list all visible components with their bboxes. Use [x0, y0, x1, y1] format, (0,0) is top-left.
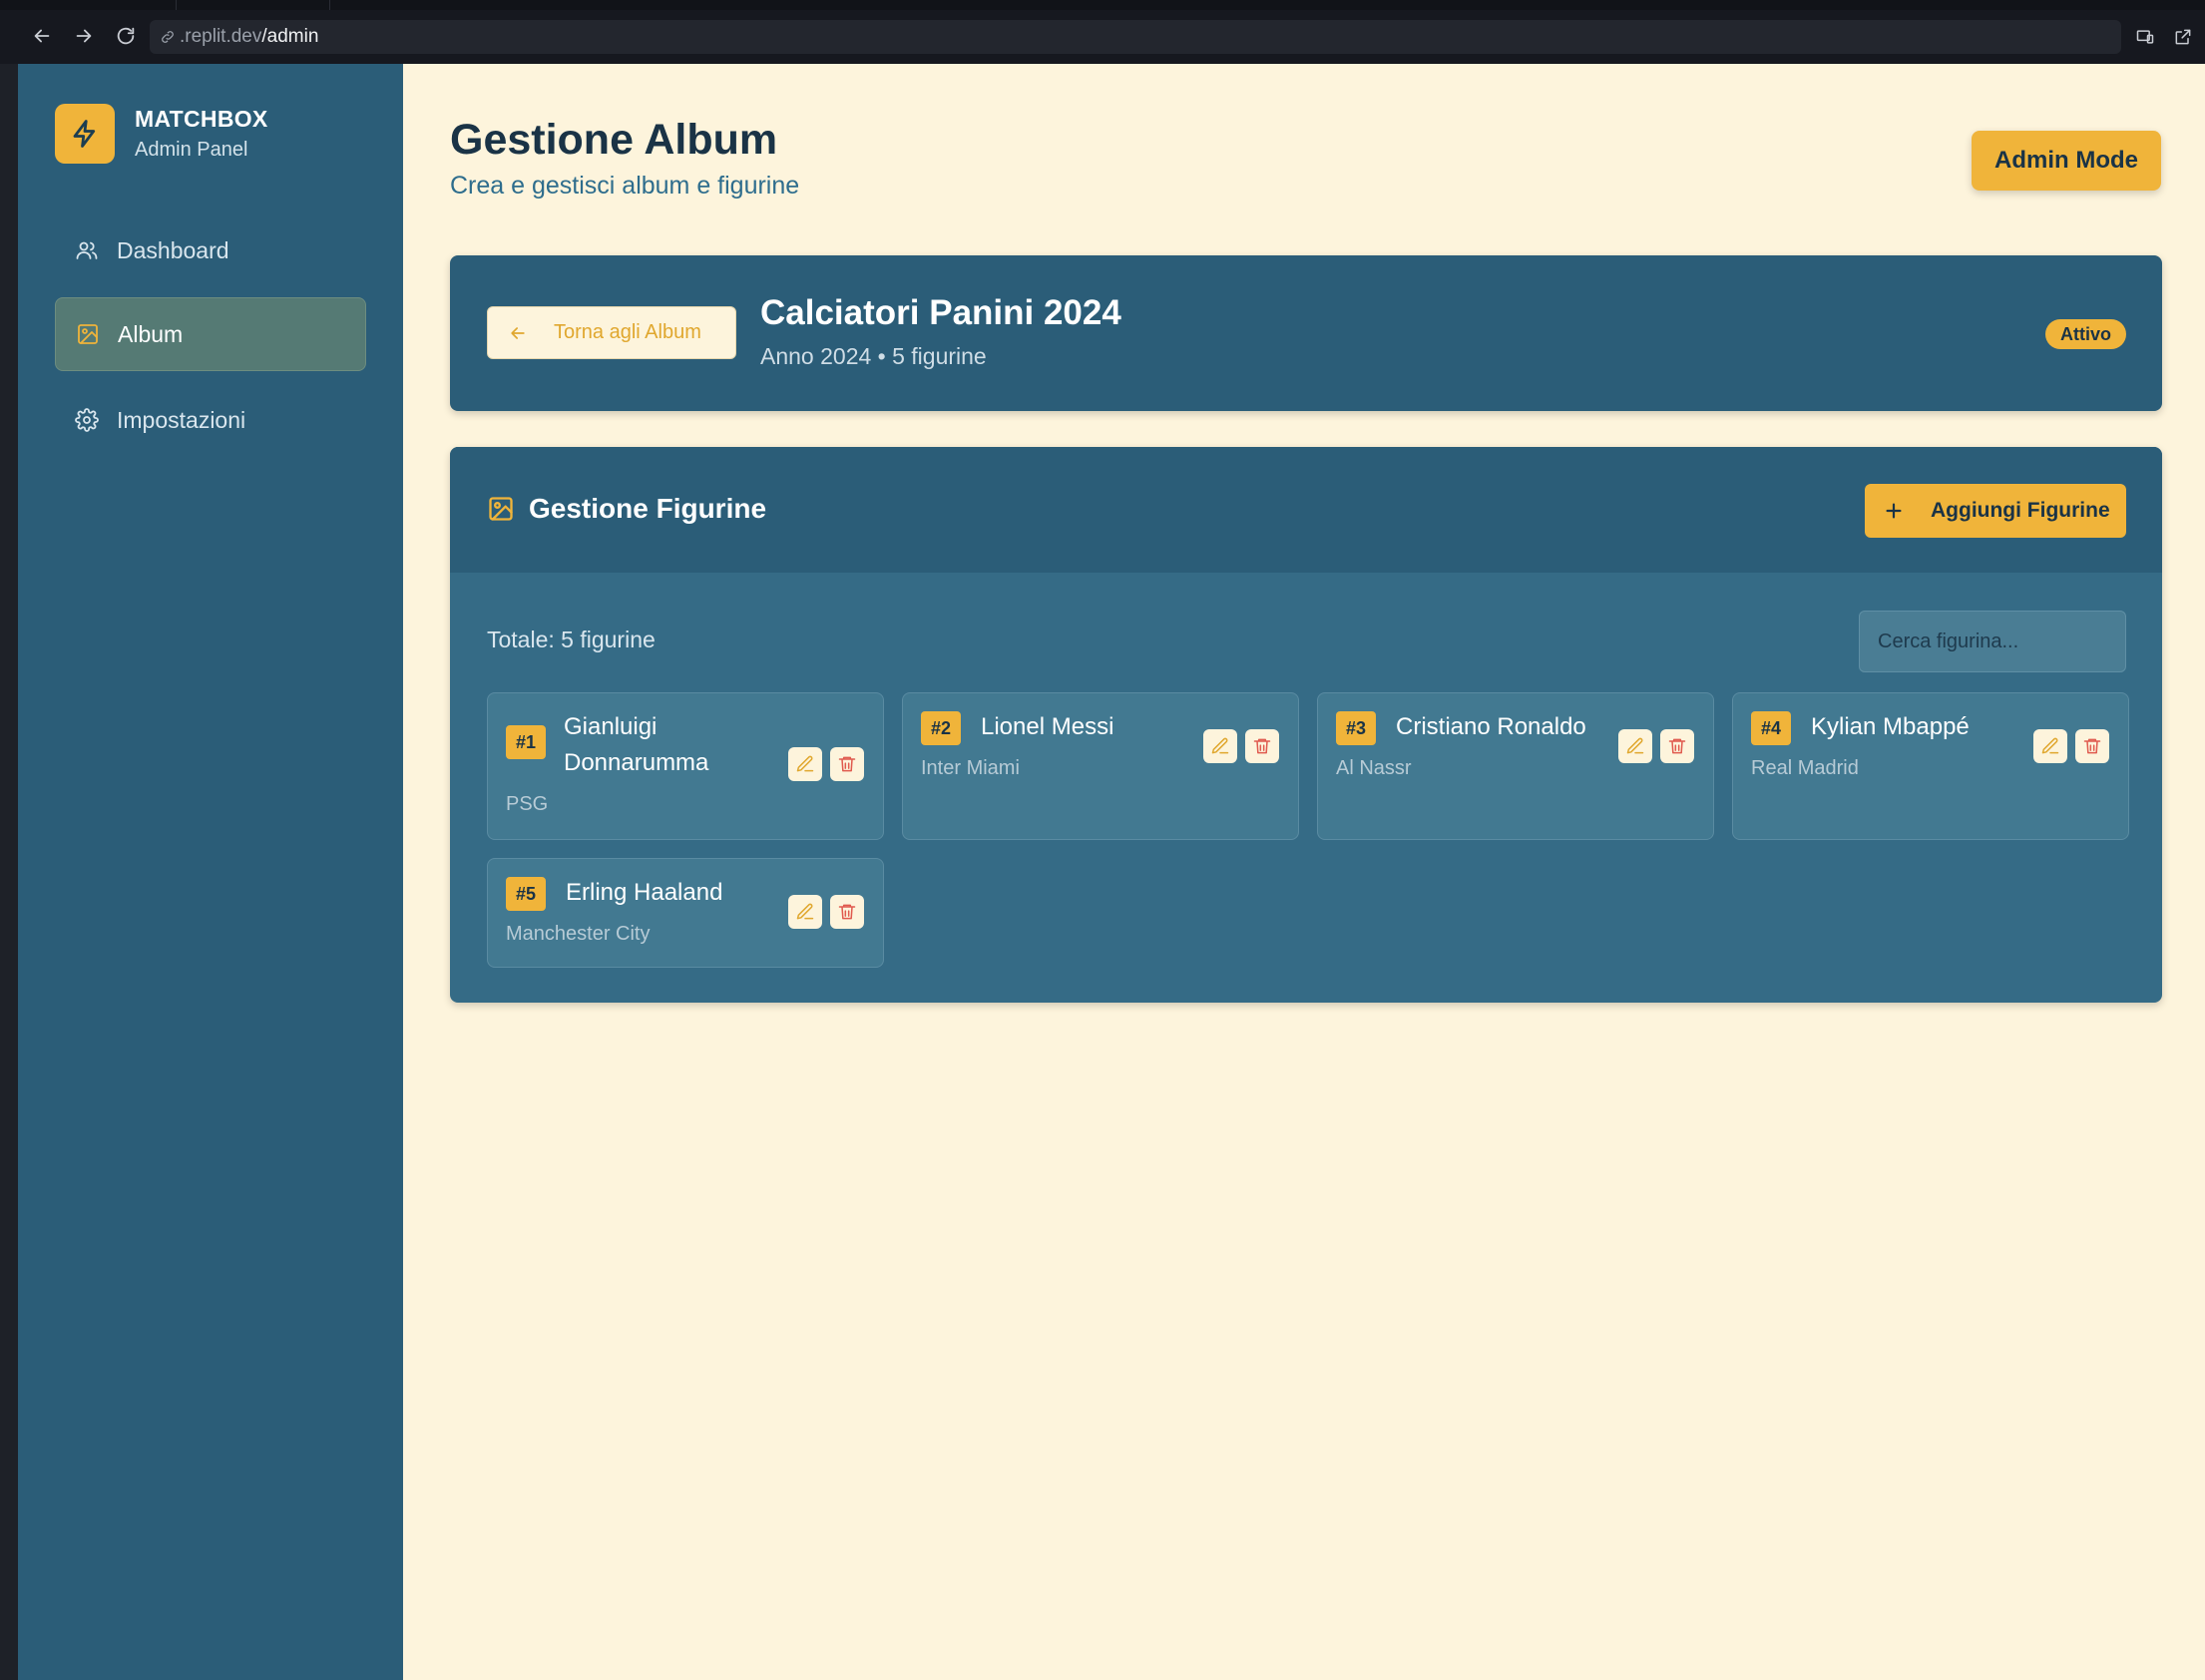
sidebar-item-album[interactable]: Album: [55, 297, 366, 371]
arrow-left-icon: [511, 326, 525, 339]
brand-subtitle: Admin Panel: [135, 139, 248, 161]
stickers-panel: Gestione Figurine Aggiungi Figurine Tota…: [450, 447, 2162, 1003]
users-icon: [76, 241, 98, 259]
sticker-number-badge: #5: [506, 877, 547, 911]
album-header-card: Torna agli Album Calciatori Panini 2024 …: [450, 255, 2162, 411]
search-input[interactable]: [1859, 611, 2126, 672]
sticker-team: Inter Miami: [921, 757, 1020, 779]
sticker-card: #3 Cristiano Ronaldo Al Nassr: [1317, 692, 1714, 840]
sticker-name: Gianluigi Donnarumma: [564, 713, 709, 776]
sticker-team: Al Nassr: [1336, 757, 1412, 779]
url-host: .replit.dev: [180, 26, 262, 47]
sticker-number-badge: #3: [1336, 711, 1377, 745]
page-title: Gestione Album: [450, 116, 778, 164]
trash-icon[interactable]: [2075, 729, 2109, 763]
image-icon: [489, 497, 513, 521]
album-meta: Anno 2024 • 5 figurine: [760, 343, 987, 369]
sticker-number-badge: #2: [921, 711, 962, 745]
plus-icon: [1886, 503, 1902, 519]
sidebar-item-dashboard[interactable]: Dashboard: [55, 213, 366, 287]
total-count: Totale: 5 figurine: [487, 627, 656, 652]
browser-toolbar: .replit.dev/admin: [0, 0, 2205, 64]
brand: MATCHBOX Admin Panel: [55, 104, 268, 164]
sticker-name: Lionel Messi: [981, 713, 1114, 740]
sticker-name: Erling Haaland: [566, 879, 723, 906]
status-badge: Attivo: [2045, 319, 2126, 349]
sticker-number-badge: #4: [1751, 711, 1792, 745]
sticker-team: Manchester City: [506, 923, 651, 945]
page-subtitle: Crea e gestisci album e figurine: [450, 172, 800, 200]
main-content: Gestione Album Crea e gestisci album e f…: [403, 64, 2205, 1680]
edit-icon[interactable]: [1203, 729, 1237, 763]
image-icon: [78, 324, 98, 344]
edit-icon[interactable]: [788, 895, 822, 929]
back-arrow-icon[interactable]: [28, 22, 56, 50]
panel-title: Gestione Figurine: [487, 493, 766, 525]
edit-icon[interactable]: [1618, 729, 1652, 763]
devices-icon[interactable]: [2132, 24, 2158, 50]
edit-icon[interactable]: [2033, 729, 2067, 763]
forward-arrow-icon[interactable]: [70, 22, 98, 50]
sticker-name: Cristiano Ronaldo: [1396, 713, 1586, 740]
sticker-card: #1 Gianluigi Donnarumma PSG: [487, 692, 884, 840]
sidebar: MATCHBOX Admin Panel Dashboard Album Imp…: [18, 64, 403, 1680]
trash-icon[interactable]: [830, 747, 864, 781]
open-external-icon[interactable]: [2170, 24, 2196, 50]
album-name: Calciatori Panini 2024: [760, 293, 1121, 332]
sticker-team: PSG: [506, 793, 549, 815]
sidebar-item-label: Album: [118, 320, 184, 347]
trash-icon[interactable]: [1660, 729, 1694, 763]
url-path: /admin: [261, 26, 319, 47]
sticker-team: Real Madrid: [1751, 757, 1859, 779]
link-icon: [162, 31, 174, 43]
sticker-card: #2 Lionel Messi Inter Miami: [902, 692, 1299, 840]
tab-strip: [0, 0, 2205, 10]
admin-mode-button[interactable]: Admin Mode: [1972, 131, 2161, 191]
sticker-card: #4 Kylian Mbappé Real Madrid: [1732, 692, 2129, 840]
brand-title: MATCHBOX: [135, 106, 268, 132]
trash-icon[interactable]: [830, 895, 864, 929]
add-stickers-button[interactable]: Aggiungi Figurine: [1865, 484, 2126, 538]
sidebar-item-impostazioni[interactable]: Impostazioni: [55, 383, 366, 457]
back-button-label: Torna agli Album: [554, 321, 701, 343]
address-bar[interactable]: .replit.dev/admin: [150, 20, 2121, 54]
trash-icon[interactable]: [1245, 729, 1279, 763]
sticker-name: Kylian Mbappé: [1811, 713, 1970, 740]
back-to-albums-button[interactable]: Torna agli Album: [487, 306, 736, 359]
reload-icon[interactable]: [112, 22, 140, 50]
gear-icon: [75, 408, 99, 432]
left-gutter: [0, 64, 18, 1680]
sidebar-item-label: Impostazioni: [117, 406, 246, 433]
lightning-icon: [55, 104, 115, 164]
sticker-card: #5 Erling Haaland Manchester City: [487, 858, 884, 968]
panel-header: Gestione Figurine Aggiungi Figurine: [450, 447, 2162, 573]
panel-title-text: Gestione Figurine: [529, 493, 767, 524]
add-stickers-label: Aggiungi Figurine: [1931, 499, 2110, 522]
edit-icon[interactable]: [788, 747, 822, 781]
sidebar-item-label: Dashboard: [117, 236, 229, 263]
sticker-number-badge: #1: [506, 725, 547, 759]
